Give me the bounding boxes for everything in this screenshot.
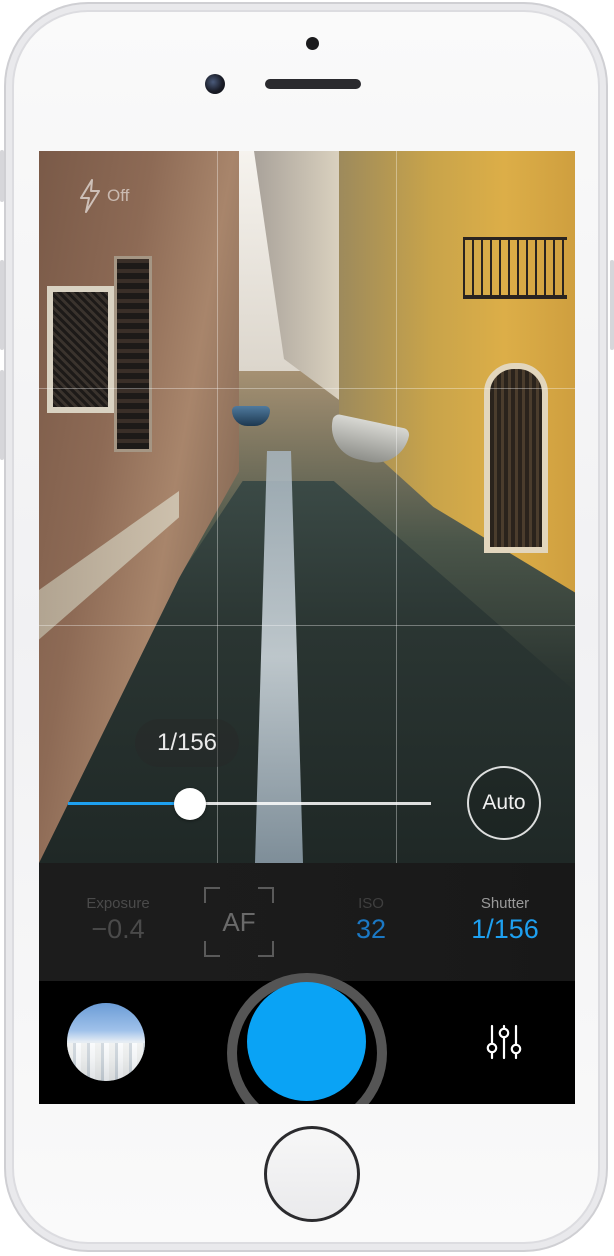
screen: Off 1/156 Auto Exposure −0.4 AF ISO 32 S… <box>39 151 575 1104</box>
scene-window <box>47 286 114 413</box>
home-button[interactable] <box>264 1126 360 1222</box>
gallery-thumbnail[interactable] <box>67 1003 145 1081</box>
manual-settings-bar: Exposure −0.4 AF ISO 32 Shutter 1/156 <box>39 863 575 981</box>
shutter-slider-thumb[interactable] <box>174 788 206 820</box>
front-camera <box>205 74 225 94</box>
iso-value: 32 <box>355 914 387 944</box>
slider-value-bubble: 1/156 <box>135 719 239 767</box>
grid-line-horizontal-2 <box>39 625 575 626</box>
scene-blue-boat <box>232 406 270 426</box>
scene-window-shutters <box>114 256 152 452</box>
shutter-setting[interactable]: Shutter 1/156 <box>457 895 553 945</box>
shutter-button[interactable] <box>247 982 366 1101</box>
flash-toggle[interactable]: Off <box>79 179 129 213</box>
sliders-icon[interactable] <box>484 1024 524 1065</box>
bottom-controls <box>39 973 575 1104</box>
grid-line-vertical-2 <box>396 151 397 863</box>
flash-off-icon <box>79 179 101 213</box>
exposure-setting[interactable]: Exposure −0.4 <box>63 895 173 945</box>
power-button[interactable] <box>610 260 614 350</box>
exposure-label: Exposure <box>86 895 150 912</box>
flash-label: Off <box>107 186 130 205</box>
volume-down-button[interactable] <box>0 370 4 460</box>
camera-viewfinder[interactable]: Off 1/156 Auto <box>39 151 575 863</box>
scene-arched-door <box>484 363 548 553</box>
scene-balcony <box>463 237 567 299</box>
af-label: AF <box>222 906 256 937</box>
iso-label: ISO <box>358 895 384 912</box>
shutter-label: Shutter <box>480 895 530 912</box>
iso-setting[interactable]: ISO 32 <box>339 895 403 945</box>
grid-line-horizontal-1 <box>39 388 575 389</box>
volume-up-button[interactable] <box>0 260 4 350</box>
proximity-sensor <box>306 37 319 50</box>
autofocus-button[interactable]: AF <box>204 887 274 957</box>
mute-switch[interactable] <box>0 150 4 202</box>
auto-button[interactable]: Auto <box>467 766 541 840</box>
exposure-value: −0.4 <box>91 914 145 944</box>
shutter-value: 1/156 <box>471 914 539 944</box>
earpiece-speaker <box>265 79 361 89</box>
shutter-slider-fill <box>68 802 190 805</box>
